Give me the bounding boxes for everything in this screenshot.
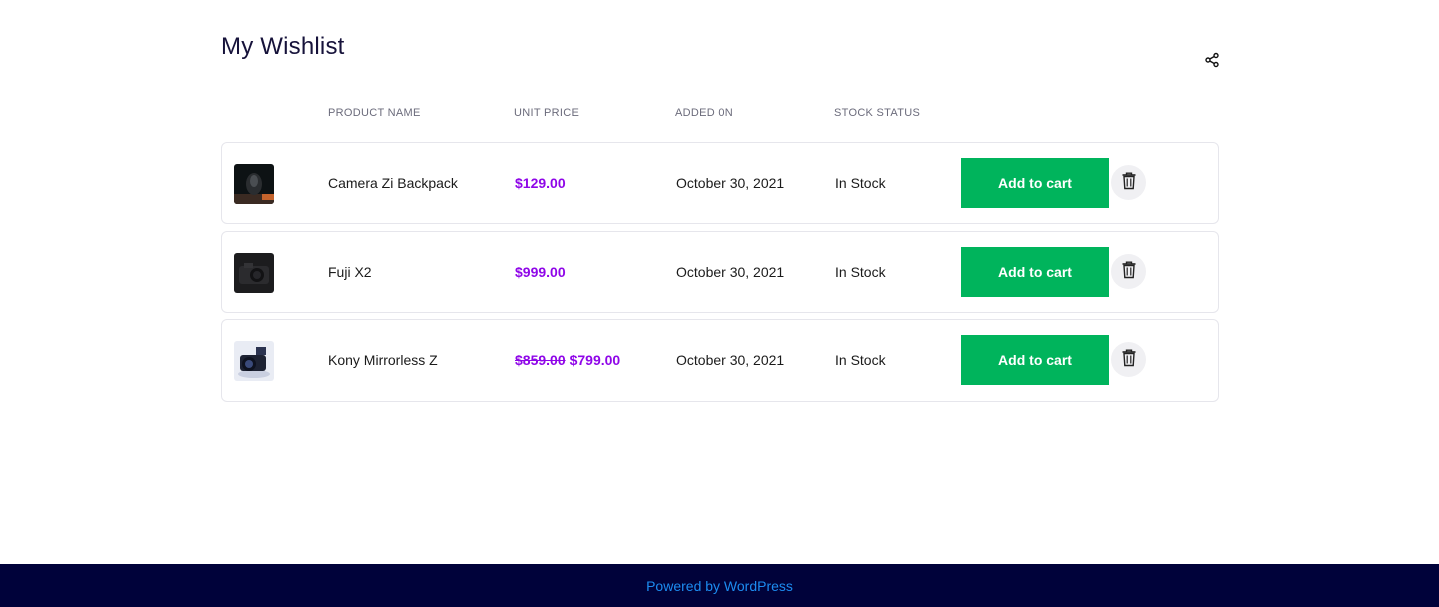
product-name-link[interactable]: Kony Mirrorless Z	[328, 352, 438, 368]
page-title: My Wishlist	[221, 33, 345, 60]
unit-price: $999.00	[515, 264, 566, 280]
stock-status: In Stock	[835, 264, 886, 280]
share-icon[interactable]	[1204, 52, 1220, 68]
current-price: $129.00	[515, 175, 566, 191]
original-price: $859.00	[515, 352, 566, 368]
trash-icon	[1121, 349, 1137, 370]
site-footer: Powered by WordPress	[0, 564, 1439, 607]
header-stock-status: STOCK STATUS	[834, 107, 921, 119]
product-thumbnail[interactable]	[234, 341, 274, 381]
add-to-cart-button[interactable]: Add to cart	[961, 247, 1109, 297]
product-thumbnail[interactable]	[234, 164, 274, 204]
table-row: Camera Zi Backpack $129.00 October 30, 2…	[221, 142, 1219, 224]
remove-item-button[interactable]	[1111, 165, 1146, 200]
remove-item-button[interactable]	[1111, 342, 1146, 377]
product-name-link[interactable]: Fuji X2	[328, 264, 372, 280]
product-name-link[interactable]: Camera Zi Backpack	[328, 175, 458, 191]
table-header: PRODUCT NAME UNIT PRICE ADDED 0N STOCK S…	[221, 107, 1219, 121]
unit-price: $859.00 $799.00	[515, 352, 620, 368]
added-on-date: October 30, 2021	[676, 175, 785, 191]
sale-price: $799.00	[569, 352, 621, 368]
unit-price: $129.00	[515, 175, 566, 191]
add-to-cart-button[interactable]: Add to cart	[961, 158, 1109, 208]
header-product-name: PRODUCT NAME	[328, 107, 421, 119]
added-on-date: October 30, 2021	[676, 264, 785, 280]
table-row: Fuji X2 $999.00 October 30, 2021 In Stoc…	[221, 231, 1219, 313]
remove-item-button[interactable]	[1111, 254, 1146, 289]
add-to-cart-button[interactable]: Add to cart	[961, 335, 1109, 385]
header-added-on: ADDED 0N	[675, 107, 734, 119]
trash-icon	[1121, 261, 1137, 282]
current-price: $999.00	[515, 264, 566, 280]
trash-icon	[1121, 172, 1137, 193]
header-unit-price: UNIT PRICE	[514, 107, 580, 119]
product-thumbnail[interactable]	[234, 253, 274, 293]
stock-status: In Stock	[835, 175, 886, 191]
added-on-date: October 30, 2021	[676, 352, 785, 368]
table-row: Kony Mirrorless Z $859.00 $799.00 October…	[221, 319, 1219, 402]
powered-by-link[interactable]: Powered by WordPress	[646, 578, 793, 594]
stock-status: In Stock	[835, 352, 886, 368]
